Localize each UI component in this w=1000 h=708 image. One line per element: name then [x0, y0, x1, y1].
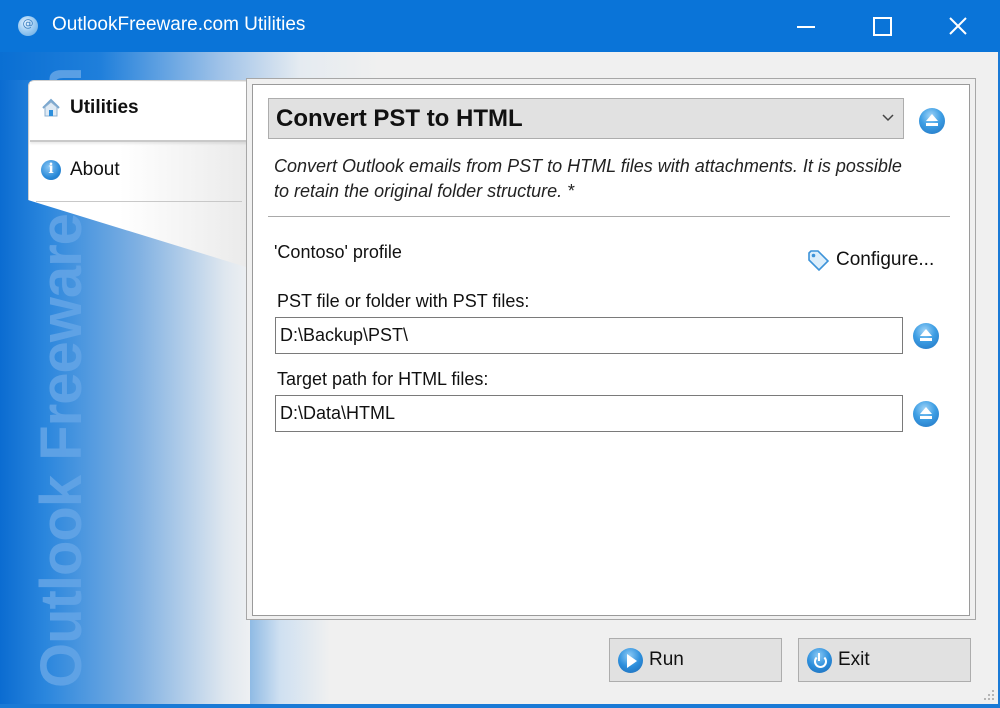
info-icon [41, 160, 61, 180]
target-path-label: Target path for HTML files: [277, 369, 489, 389]
tab-about[interactable]: About [41, 159, 120, 181]
tag-icon [808, 250, 830, 272]
close-button[interactable] [922, 0, 994, 52]
close-icon [949, 17, 967, 35]
chevron-down-icon [882, 114, 894, 122]
utility-select-value: Convert PST to HTML [276, 105, 523, 132]
tab-utilities[interactable]: Utilities [41, 97, 139, 119]
utility-description: Convert Outlook emails from PST to HTML … [274, 156, 902, 201]
top-band [0, 52, 1000, 80]
exit-label: Exit [838, 649, 870, 670]
pst-source-input[interactable]: D:\Backup\PST\ [275, 317, 903, 354]
minimize-button[interactable] [770, 0, 842, 52]
tab-divider [36, 201, 242, 202]
separator [268, 216, 950, 217]
app-icon: @ [18, 16, 38, 36]
title-bar: @ OutlookFreeware.com Utilities [0, 0, 1000, 52]
window-border [0, 704, 1000, 708]
maximize-button[interactable] [846, 0, 918, 52]
home-icon [42, 98, 60, 117]
run-button[interactable]: Run [609, 638, 782, 682]
eject-icon[interactable] [913, 401, 939, 427]
window-title: OutlookFreeware.com Utilities [52, 14, 306, 35]
tab-utilities-label: Utilities [70, 97, 139, 118]
profile-label: 'Contoso' profile [274, 242, 402, 262]
eject-icon[interactable] [919, 108, 945, 134]
run-label: Run [649, 649, 684, 670]
power-icon [807, 647, 832, 673]
eject-icon[interactable] [913, 323, 939, 349]
at-sign-icon: @ [22, 17, 34, 30]
target-path-input[interactable]: D:\Data\HTML [275, 395, 903, 432]
pst-source-label: PST file or folder with PST files: [277, 291, 530, 311]
exit-button[interactable]: Exit [798, 638, 971, 682]
play-icon [618, 647, 643, 673]
configure-button[interactable]: Configure... [806, 248, 934, 272]
configure-label: Configure... [836, 249, 935, 270]
resize-grip-icon[interactable] [984, 690, 996, 702]
tab-about-label: About [70, 159, 120, 180]
utility-select[interactable]: Convert PST to HTML [268, 98, 904, 139]
